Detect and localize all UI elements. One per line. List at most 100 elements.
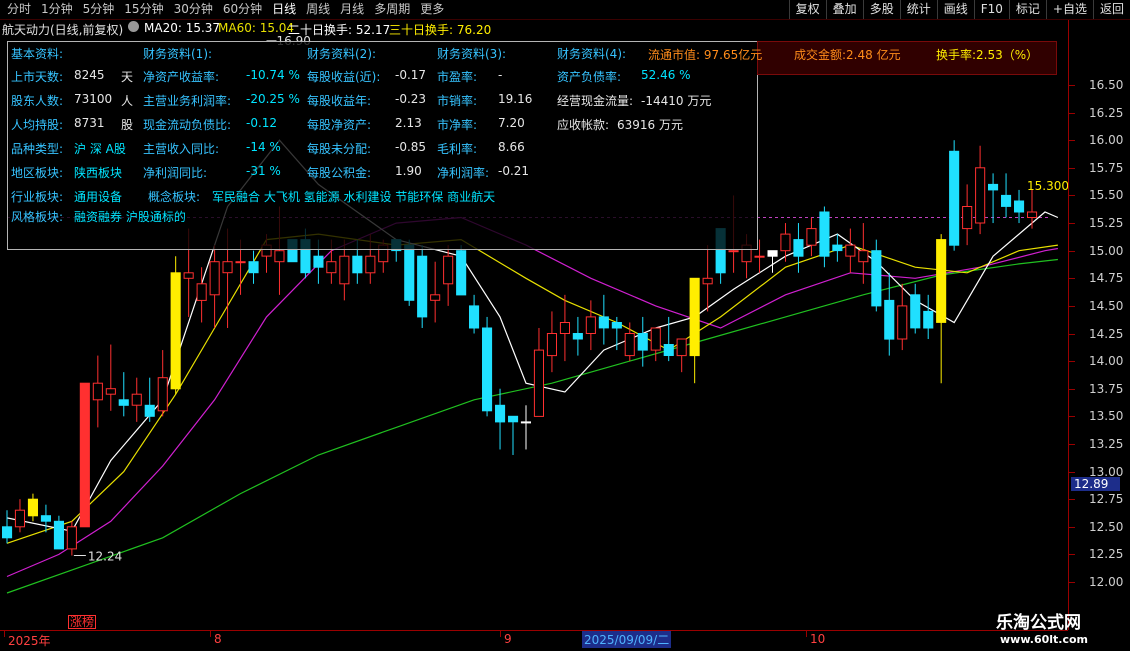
time-tick-0: [4, 631, 5, 637]
fin3-value-1: 19.16: [498, 92, 533, 106]
fin1-header: 财务资料(1):: [143, 47, 213, 61]
tool-button-2[interactable]: 多股: [862, 0, 900, 19]
candle-body-39: [508, 415, 519, 423]
tab-0[interactable]: 分时: [2, 2, 36, 17]
candle-body-7: [92, 382, 103, 401]
fin2-value-0: -0.17: [395, 68, 427, 82]
tool-button-5[interactable]: F10: [973, 0, 1009, 19]
candle-body-28: [365, 255, 376, 274]
candle-body-61: [793, 239, 804, 257]
basic-value-5: 通用设备: [74, 190, 123, 204]
fin2-value-1: -0.23: [395, 92, 427, 106]
basic-value-0: 8245: [74, 68, 105, 82]
limit-up-badge[interactable]: 涨榜: [68, 615, 97, 629]
tab-8[interactable]: 月线: [335, 2, 369, 17]
tab-1[interactable]: 1分钟: [36, 2, 78, 17]
candle-body-53: [689, 277, 700, 357]
fin3-label-1: 市销率:: [437, 94, 478, 108]
price-tick-6: 15.00: [1089, 243, 1124, 258]
price-tick-mark-15: [1069, 499, 1075, 501]
fin2-label-4: 每股公积金:: [307, 166, 372, 180]
candle-body-17: [222, 261, 233, 274]
fin2-label-2: 每股净资产:: [307, 118, 372, 132]
basic-label-6: 风格板块:: [11, 210, 64, 224]
candle-body-45: [585, 316, 596, 334]
price-tick-11: 13.75: [1089, 381, 1124, 396]
candle-body-32: [417, 255, 428, 318]
price-tick-5: 15.25: [1089, 216, 1124, 231]
candle-body-44: [572, 333, 583, 340]
tab-7[interactable]: 周线: [301, 2, 335, 17]
candle-body-25: [326, 261, 337, 274]
candle-body-54: [702, 277, 713, 285]
candle-body-47: [611, 322, 622, 329]
price-tick-7: 14.75: [1089, 271, 1124, 286]
candle-body-72: [936, 239, 947, 323]
fin3-value-4: -0.21: [498, 164, 530, 178]
candle-body-8: [105, 388, 116, 395]
fin3-label-3: 毛利率:: [437, 142, 478, 156]
tool-button-7[interactable]: +自选: [1045, 0, 1093, 19]
candle-body-40: [520, 421, 532, 424]
tool-button-4[interactable]: 画线: [936, 0, 974, 19]
fin3-label-2: 市净率:: [437, 118, 478, 132]
fin3-value-3: 8.66: [498, 140, 525, 154]
tool-button-6[interactable]: 标记: [1008, 0, 1046, 19]
last-price-annotation: 15.300: [1027, 179, 1068, 193]
tool-button-0[interactable]: 复权: [788, 0, 826, 19]
candle-body-38: [495, 404, 506, 423]
candle-body-46: [598, 316, 609, 329]
price-tick-0: 16.50: [1089, 78, 1124, 92]
price-tick-mark-18: [1069, 582, 1075, 583]
price-tick-3: 15.75: [1089, 160, 1124, 175]
tab-4[interactable]: 30分钟: [169, 2, 218, 17]
candle-body-16: [209, 261, 220, 296]
candle-body-66: [858, 250, 869, 263]
price-axis: 16.50 16.25 16.00 15.75 15.50 15.25 15.00 14.75…: [1068, 20, 1130, 630]
price-tick-10: 14.00: [1089, 354, 1124, 369]
price-tick-mark-9: [1069, 333, 1075, 335]
candle-body-78: [1014, 200, 1025, 213]
candle-body-13: [170, 272, 181, 390]
price-tick-mark-16: [1069, 526, 1075, 528]
candle-body-15: [196, 283, 207, 301]
fin3-label-0: 市盈率:: [437, 70, 478, 84]
price-tick-mark-3: [1069, 167, 1075, 169]
basic-value-1: 73100: [74, 92, 113, 106]
price-tick-16: 12.50: [1089, 519, 1124, 534]
fin2-label-1: 每股收益年:: [307, 94, 372, 108]
tab-10[interactable]: 更多: [415, 2, 449, 17]
price-tick-mark-17: [1069, 554, 1075, 556]
tool-button-1[interactable]: 叠加: [825, 0, 863, 19]
tool-button-3[interactable]: 统计: [899, 0, 937, 19]
tab-6[interactable]: 日线: [267, 2, 301, 17]
candle-body-10: [131, 393, 142, 406]
fin2-value-2: 2.13: [395, 116, 422, 130]
fin1-value-3: -14 %: [246, 140, 281, 154]
price-tick-mark-12: [1069, 416, 1075, 418]
watermark-url: www.60lt.com: [1000, 633, 1089, 646]
tab-9[interactable]: 多周期: [369, 2, 415, 17]
price-tick-mark-11: [1069, 388, 1075, 390]
cursor-date: 2025/09/09/二: [582, 631, 672, 648]
basic-label-5: 行业板块:: [11, 190, 64, 204]
tab-5[interactable]: 60分钟: [218, 2, 267, 17]
fin3-header: 财务资料(3):: [437, 47, 507, 61]
basic-unit-0: 天: [121, 70, 134, 84]
concept-value: 军民融合 大飞机 氢能源 水利建设 节能环保 商业航天: [212, 190, 496, 204]
basic-value-6: 融资融券 沪股通标的: [74, 210, 186, 224]
low-annotation: 12.24: [88, 549, 122, 563]
tab-3[interactable]: 15分钟: [119, 2, 168, 17]
candle-body-36: [469, 305, 480, 329]
tab-2[interactable]: 5分钟: [78, 2, 120, 17]
fin4-label-2: 应收帐款:: [557, 118, 610, 132]
candle-body-26: [339, 255, 350, 285]
time-tick-2: [500, 631, 501, 637]
candle-body-3: [40, 515, 52, 522]
tool-button-8[interactable]: 返回: [1092, 0, 1130, 19]
candle-body-31: [404, 244, 415, 301]
price-tick-mark-1: [1069, 112, 1075, 114]
turnover-rate: 换手率:2.53（%）: [936, 48, 1039, 62]
price-tick-15: 12.75: [1089, 492, 1124, 507]
candle-body-11: [144, 404, 155, 417]
